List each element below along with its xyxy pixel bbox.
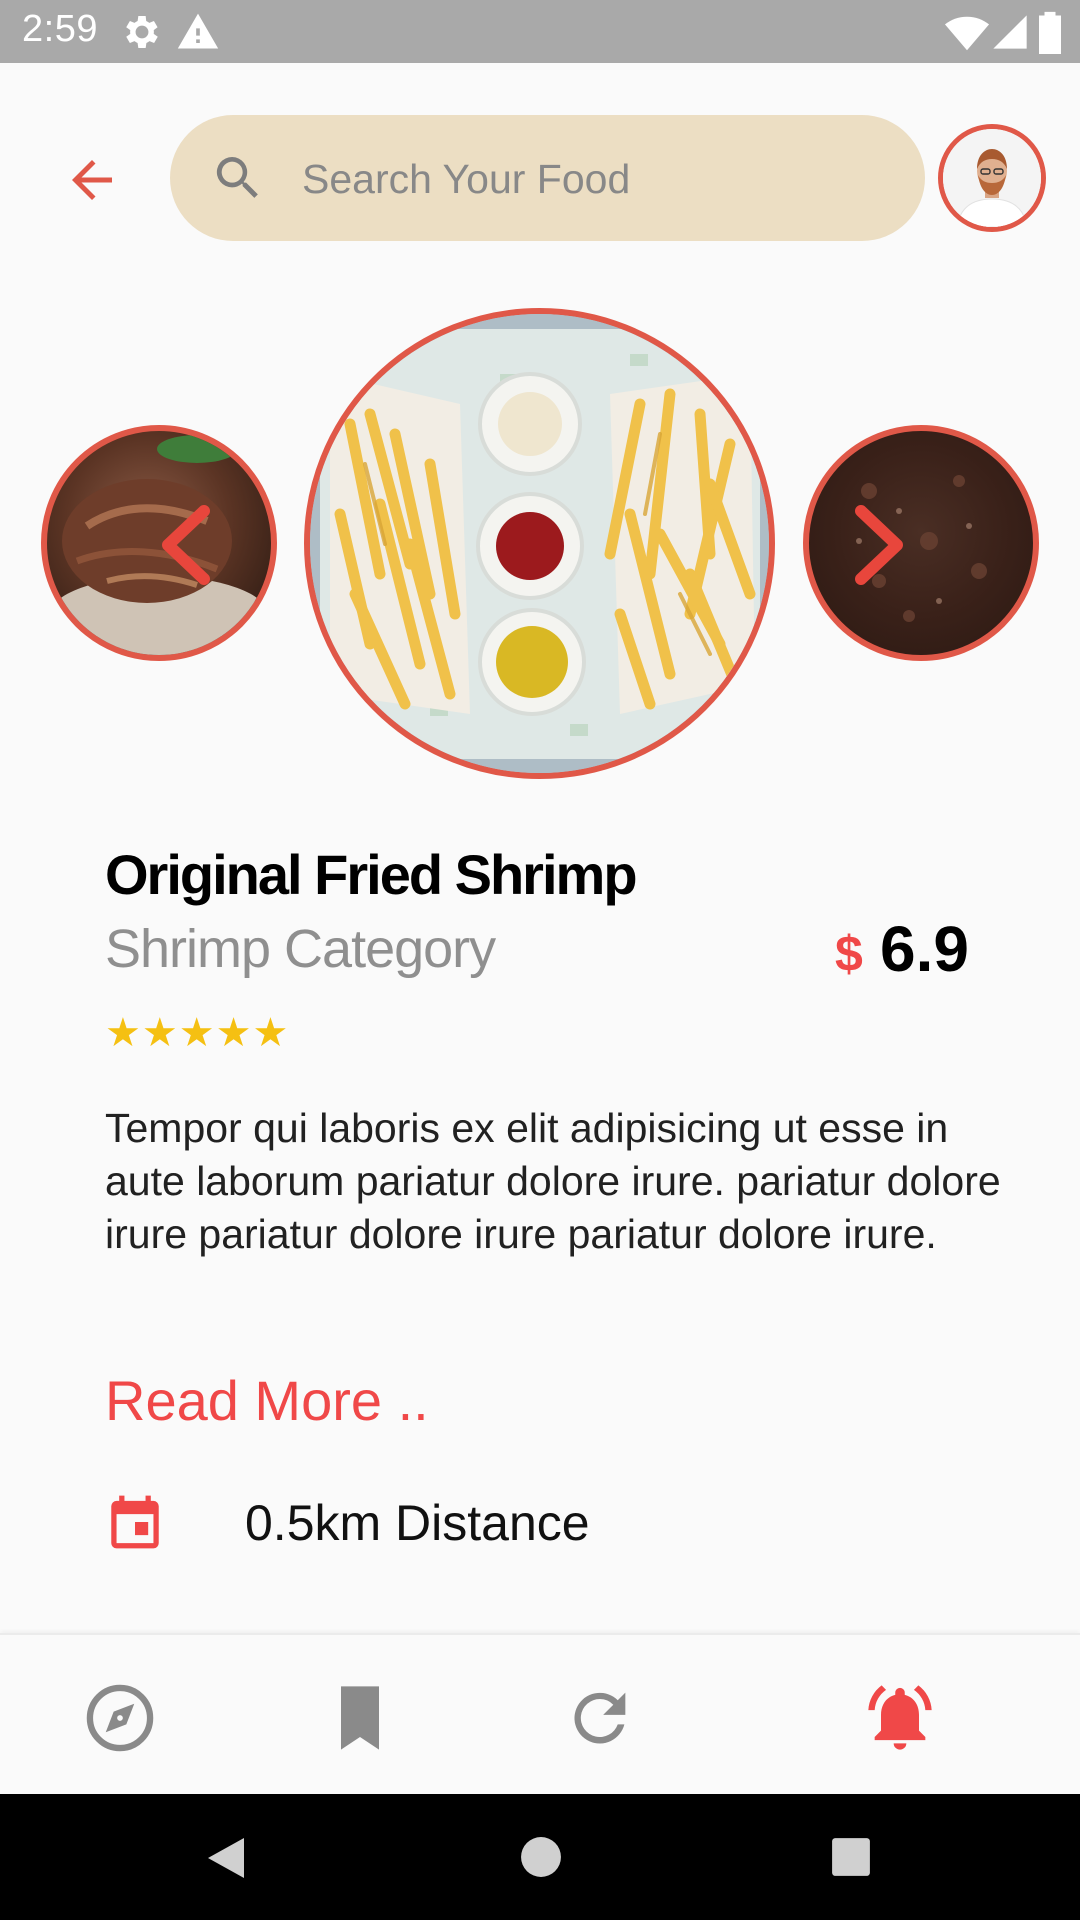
system-navigation-bar bbox=[0, 1794, 1080, 1920]
steak-image bbox=[856, 475, 987, 622]
search-icon bbox=[216, 157, 258, 198]
calendar-icon bbox=[111, 1495, 159, 1549]
battery-icon bbox=[1039, 11, 1061, 54]
refresh-icon[interactable] bbox=[562, 1680, 638, 1756]
compass-icon[interactable] bbox=[82, 1680, 158, 1756]
food-title: Original Fried Shrimp bbox=[105, 843, 638, 906]
bookmark-icon[interactable] bbox=[322, 1680, 398, 1756]
next-food-image[interactable] bbox=[803, 425, 1039, 661]
warning-icon bbox=[177, 13, 219, 49]
status-bar: 2:59 bbox=[0, 0, 1080, 63]
search-input[interactable] bbox=[300, 137, 904, 221]
food-description: Tempor qui laboris ex elit adipisicing u… bbox=[105, 1105, 1001, 1257]
main-food-image bbox=[304, 308, 775, 779]
back-button[interactable] bbox=[62, 150, 122, 210]
star-icon: ★ bbox=[141, 1011, 178, 1055]
status-time: 2:59 bbox=[22, 8, 98, 50]
star-icon: ★ bbox=[252, 1011, 289, 1055]
read-more-link[interactable]: Read More .. bbox=[105, 1368, 429, 1433]
bell-ringing-icon[interactable] bbox=[862, 1680, 938, 1756]
avatar[interactable] bbox=[938, 124, 1046, 232]
star-icon: ★ bbox=[105, 1011, 141, 1055]
system-back-icon[interactable] bbox=[205, 1836, 247, 1880]
food-category: Shrimp Category bbox=[105, 919, 496, 979]
distance-text: 0.5km Distance bbox=[245, 1495, 590, 1551]
price-value: 6.9 bbox=[880, 913, 969, 985]
chevron-right-icon[interactable] bbox=[845, 505, 915, 585]
star-icon: ★ bbox=[178, 1011, 215, 1055]
fries-image bbox=[310, 314, 769, 773]
signal-icon bbox=[993, 15, 1027, 49]
avatar-photo bbox=[943, 129, 1041, 227]
gear-icon bbox=[126, 16, 158, 48]
system-home-icon[interactable] bbox=[520, 1836, 562, 1878]
search-bar[interactable] bbox=[170, 115, 925, 241]
chevron-left-icon[interactable] bbox=[150, 505, 220, 585]
system-recents-icon[interactable] bbox=[830, 1836, 872, 1878]
currency-symbol: $ bbox=[835, 926, 863, 982]
rating-stars: ★★★★★ bbox=[105, 1010, 289, 1056]
bottom-navigation bbox=[0, 1633, 1080, 1796]
star-icon: ★ bbox=[215, 1011, 252, 1055]
wifi-icon bbox=[944, 16, 990, 51]
